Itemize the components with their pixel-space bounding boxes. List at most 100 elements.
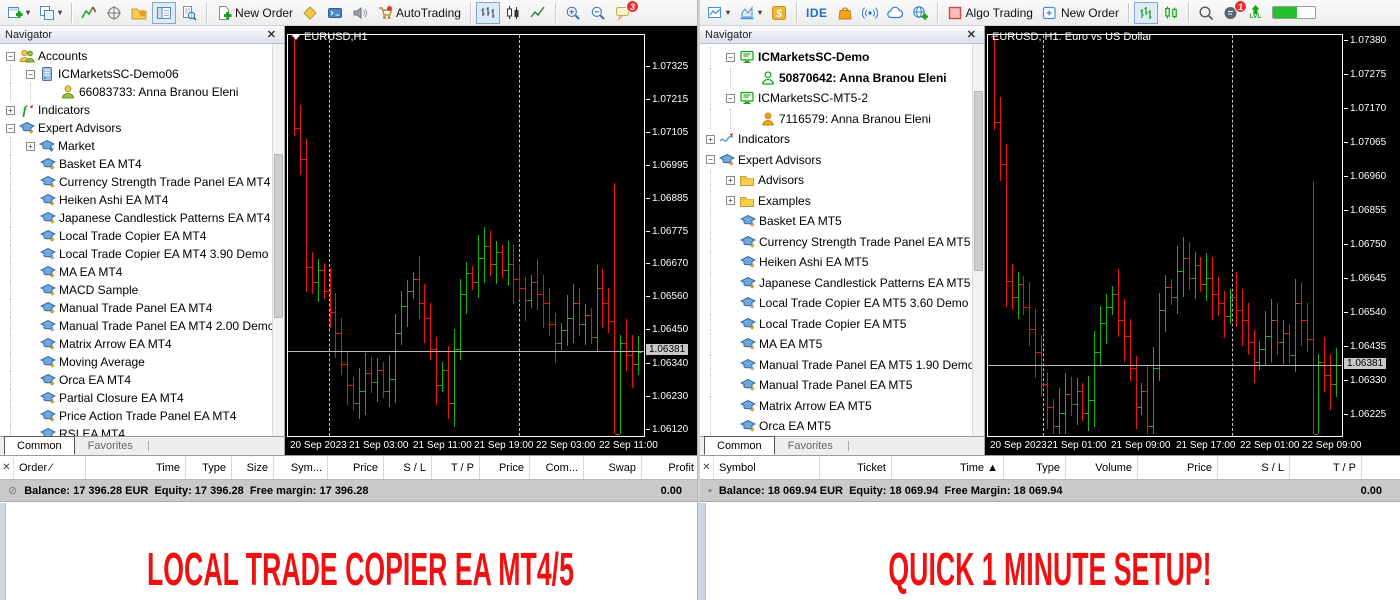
close-icon[interactable]: ✕ bbox=[0, 456, 14, 479]
vps-cloud-button[interactable] bbox=[883, 2, 907, 24]
close-icon[interactable]: ✕ bbox=[964, 28, 979, 41]
column-header[interactable]: Price bbox=[1362, 456, 1400, 479]
column-header[interactable]: Sym... bbox=[274, 456, 328, 479]
column-header[interactable]: S / L bbox=[1218, 456, 1290, 479]
ide-button[interactable]: IDE bbox=[802, 2, 832, 24]
tree-item[interactable]: Currency Strength Trade Panel EA MT4 bbox=[0, 173, 284, 191]
column-header[interactable]: Price bbox=[1138, 456, 1218, 479]
minus-toggle-icon[interactable]: − bbox=[726, 93, 735, 103]
tree-item[interactable]: − Expert Advisors bbox=[0, 119, 284, 137]
connection-toggle[interactable] bbox=[1268, 2, 1320, 24]
terminal-button[interactable] bbox=[323, 2, 347, 24]
tick-chart-button[interactable] bbox=[77, 2, 101, 24]
plus-toggle-icon[interactable]: + bbox=[706, 134, 715, 144]
tree-item[interactable]: − ICMarketsSC-MT5-2 bbox=[700, 88, 984, 109]
new-order-button[interactable]: New Order bbox=[1038, 2, 1123, 24]
tree-item[interactable]: Heiken Ashi EA MT5 bbox=[700, 252, 984, 273]
tree-item[interactable]: − Accounts bbox=[0, 47, 284, 65]
tree-item[interactable]: 50870642: Anna Branou Eleni bbox=[700, 67, 984, 88]
tree-item[interactable]: + Advisors bbox=[700, 170, 984, 191]
tree-item[interactable]: Partial Closure EA MT4 bbox=[0, 389, 284, 407]
column-header[interactable]: Time ▲ bbox=[892, 456, 1004, 479]
tree-item[interactable]: Japanese Candlestick Patterns EA MT4 bbox=[0, 209, 284, 227]
new-chart-button[interactable]: ▾ bbox=[703, 2, 734, 24]
tree-item[interactable]: Price Action Trade Panel EA MT4 bbox=[0, 407, 284, 425]
column-header[interactable]: T / P bbox=[432, 456, 480, 479]
navigator-scrollbar[interactable] bbox=[272, 44, 284, 436]
tab-common[interactable]: Common bbox=[704, 436, 775, 455]
tree-item[interactable]: Local Trade Copier EA MT4 3.90 Demo bbox=[0, 245, 284, 263]
plus-toggle-icon[interactable]: + bbox=[6, 105, 15, 115]
tree-item[interactable]: MACD Sample bbox=[0, 281, 284, 299]
chart-plot[interactable] bbox=[287, 34, 645, 437]
data-window-button[interactable] bbox=[177, 2, 201, 24]
favorites-button[interactable] bbox=[127, 2, 151, 24]
column-header[interactable]: Volume bbox=[1066, 456, 1138, 479]
column-header[interactable]: S / L bbox=[384, 456, 432, 479]
alerts-button[interactable] bbox=[348, 2, 372, 24]
tree-item[interactable]: RSI EA MT4 bbox=[0, 425, 284, 436]
algo-trading-button[interactable]: Algo Trading bbox=[943, 2, 1037, 24]
column-header[interactable]: Type bbox=[186, 456, 232, 479]
tree-item[interactable]: Local Trade Copier EA MT5 3.60 Demo bbox=[700, 293, 984, 314]
tree-item[interactable]: Manual Trade Panel EA MT4 bbox=[0, 299, 284, 317]
column-header[interactable]: Com... bbox=[530, 456, 584, 479]
tree-item[interactable]: Orca EA MT5 bbox=[700, 416, 984, 436]
tree-item[interactable]: Moving Average bbox=[0, 353, 284, 371]
tab-common[interactable]: Common bbox=[4, 436, 75, 455]
web-terminal-button[interactable] bbox=[908, 2, 932, 24]
tree-item[interactable]: + f Indicators bbox=[0, 101, 284, 119]
deposit-button[interactable]: $ bbox=[767, 2, 791, 24]
market-button[interactable] bbox=[833, 2, 857, 24]
tree-item[interactable]: + Market bbox=[0, 137, 284, 155]
new-order-button[interactable]: New Order bbox=[212, 2, 297, 24]
zoom-in-button[interactable] bbox=[561, 2, 585, 24]
tree-item[interactable]: Manual Trade Panel EA MT5 bbox=[700, 375, 984, 396]
signals-button[interactable] bbox=[858, 2, 882, 24]
tree-item[interactable]: Local Trade Copier EA MT5 bbox=[700, 313, 984, 334]
column-header[interactable]: Price bbox=[328, 456, 384, 479]
column-header[interactable]: Ticket bbox=[820, 456, 892, 479]
tree-item[interactable]: + Examples bbox=[700, 190, 984, 211]
column-header[interactable]: T / P bbox=[1290, 456, 1362, 479]
column-header[interactable]: Swap bbox=[584, 456, 642, 479]
plus-toggle-icon[interactable]: + bbox=[726, 196, 735, 206]
candlestick-chart-button[interactable] bbox=[1159, 2, 1183, 24]
navigator-toggle-button[interactable] bbox=[152, 1, 177, 24]
chat-button[interactable]: 3 bbox=[611, 0, 639, 24]
candlestick-chart-button[interactable] bbox=[501, 2, 525, 24]
tree-item[interactable]: Manual Trade Panel EA MT4 2.00 Demo bbox=[0, 317, 284, 335]
tree-item[interactable]: Matrix Arrow EA MT4 bbox=[0, 335, 284, 353]
new-chart-button[interactable]: ▾ bbox=[3, 2, 34, 24]
autotrading-button[interactable]: AutoTrading bbox=[373, 2, 465, 24]
minus-toggle-icon[interactable]: − bbox=[726, 52, 735, 62]
tree-item[interactable]: Local Trade Copier EA MT4 bbox=[0, 227, 284, 245]
chart-plot[interactable] bbox=[987, 34, 1343, 437]
tree-item[interactable]: + Indicators bbox=[700, 129, 984, 150]
tree-item[interactable]: Basket EA MT5 bbox=[700, 211, 984, 232]
metaeditor-button[interactable] bbox=[298, 2, 322, 24]
close-icon[interactable]: ✕ bbox=[264, 28, 279, 41]
column-header[interactable]: Type bbox=[1004, 456, 1066, 479]
column-header[interactable]: Order ∕ bbox=[14, 456, 86, 479]
tree-item[interactable]: Currency Strength Trade Panel EA MT5 bbox=[700, 231, 984, 252]
minus-toggle-icon[interactable]: − bbox=[6, 51, 15, 61]
minus-toggle-icon[interactable]: − bbox=[706, 155, 715, 165]
column-header[interactable]: Profit bbox=[642, 456, 700, 479]
tree-item[interactable]: Manual Trade Panel EA MT5 1.90 Demo bbox=[700, 354, 984, 375]
levels-button[interactable]: LVL bbox=[1244, 2, 1267, 24]
tree-item[interactable]: 66083733: Anna Branou Eleni bbox=[0, 83, 284, 101]
tree-item[interactable]: Heiken Ashi EA MT4 bbox=[0, 191, 284, 209]
minus-toggle-icon[interactable]: − bbox=[6, 123, 15, 133]
column-header[interactable]: Symbol bbox=[714, 456, 820, 479]
tree-item[interactable]: Orca EA MT4 bbox=[0, 371, 284, 389]
tree-item[interactable]: − ICMarketsSC-Demo bbox=[700, 47, 984, 68]
tree-item[interactable]: 7116579: Anna Branou Eleni bbox=[700, 108, 984, 129]
tree-item[interactable]: MA EA MT5 bbox=[700, 334, 984, 355]
tree-item[interactable]: Japanese Candlestick Patterns EA MT5 bbox=[700, 272, 984, 293]
column-header[interactable]: Time bbox=[86, 456, 186, 479]
plus-toggle-icon[interactable]: + bbox=[26, 141, 35, 151]
navigator-scrollbar[interactable] bbox=[972, 44, 984, 436]
bar-chart-button[interactable] bbox=[1133, 1, 1158, 24]
column-header[interactable]: Size bbox=[232, 456, 274, 479]
